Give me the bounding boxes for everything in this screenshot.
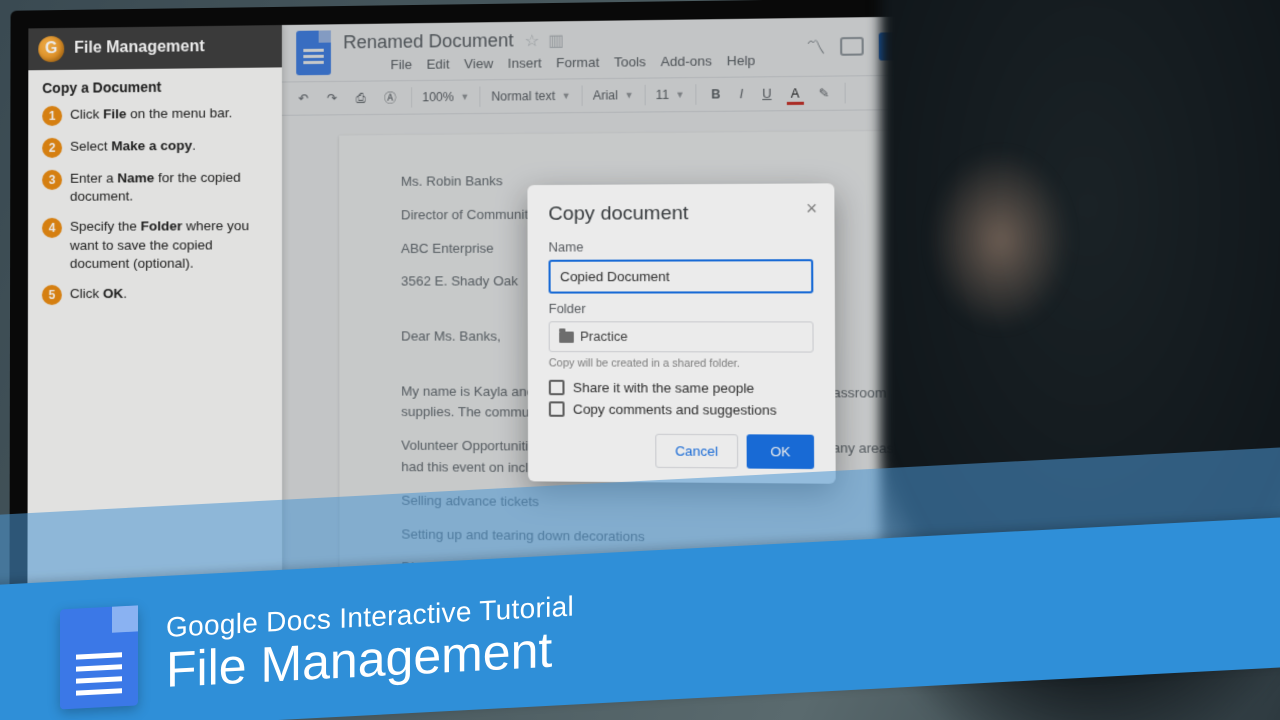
folder-picker[interactable]: Practice <box>549 321 814 352</box>
share-same-people-checkbox[interactable]: Share it with the same people <box>549 380 814 396</box>
copy-document-dialog: × Copy document Name Folder Practice Cop… <box>527 183 835 483</box>
collapse-icon[interactable]: ˆ <box>1007 82 1020 101</box>
editing-mode-dropdown[interactable]: ✎ ▼ <box>954 80 1000 104</box>
avatar[interactable] <box>985 29 1018 61</box>
menu-edit[interactable]: Edit <box>426 56 449 72</box>
step-number-badge: 4 <box>42 218 62 238</box>
undo-icon[interactable]: ↶ <box>294 89 312 107</box>
text-color-button[interactable]: A <box>786 84 803 103</box>
share-button[interactable]: 🔒 Share <box>879 31 970 60</box>
tutorial-step-5: 5 Click OK. <box>42 285 268 305</box>
brand-icon: G <box>38 36 64 62</box>
checkbox-icon <box>549 380 565 395</box>
cancel-button[interactable]: Cancel <box>655 434 738 469</box>
document-title[interactable]: Renamed Document <box>343 30 513 52</box>
star-icon[interactable]: ☆ <box>525 33 540 51</box>
step-number-badge: 1 <box>42 106 62 126</box>
italic-button[interactable]: I <box>735 85 747 104</box>
tutorial-step-1: 1 Click File on the menu bar. <box>42 104 268 126</box>
menu-file[interactable]: File <box>390 57 412 72</box>
zoom-dropdown[interactable]: 100%▼ <box>422 90 469 105</box>
underline-button[interactable]: U <box>758 84 776 103</box>
name-input[interactable] <box>548 259 813 293</box>
folder-icon <box>559 331 574 342</box>
move-folder-icon[interactable]: ▥ <box>548 32 564 50</box>
checkbox-icon <box>549 401 565 416</box>
menu-addons[interactable]: Add-ons <box>661 53 712 69</box>
lock-icon: 🔒 <box>894 38 910 53</box>
menu-view[interactable]: View <box>464 56 493 72</box>
tutorial-step-3: 3 Enter a Name for the copied document. <box>42 168 268 206</box>
paragraph-style-dropdown[interactable]: Normal text▼ <box>491 89 571 104</box>
docs-app-icon <box>60 605 138 709</box>
redo-icon[interactable]: ↷ <box>323 89 342 107</box>
folder-hint: Copy will be created in a shared folder. <box>549 357 814 370</box>
tutorial-header-title: File Management <box>74 38 204 58</box>
dialog-title: Copy document <box>548 202 813 226</box>
menu-insert[interactable]: Insert <box>508 55 542 71</box>
step-number-badge: 5 <box>42 285 62 305</box>
font-dropdown[interactable]: Arial▼ <box>593 88 634 103</box>
menu-tools[interactable]: Tools <box>614 54 646 70</box>
tutorial-step-4: 4 Specify the Folder where you want to s… <box>42 217 268 273</box>
ok-button[interactable]: OK <box>747 434 814 469</box>
menu-format[interactable]: Format <box>556 55 599 71</box>
tutorial-section-title: Copy a Document <box>42 78 267 96</box>
comments-icon[interactable] <box>840 37 864 56</box>
close-icon[interactable]: × <box>806 198 817 220</box>
print-icon[interactable]: ⎙ <box>352 88 370 107</box>
font-size-dropdown[interactable]: 11▼ <box>656 87 685 102</box>
step-number-badge: 2 <box>42 138 62 158</box>
highlight-button[interactable]: ✎ <box>814 84 833 103</box>
tutorial-step-2: 2 Select Make a copy. <box>42 136 268 158</box>
menu-help[interactable]: Help <box>727 53 756 69</box>
step-number-badge: 3 <box>42 170 62 190</box>
copy-comments-checkbox[interactable]: Copy comments and suggestions <box>549 401 814 418</box>
bold-button[interactable]: B <box>707 85 725 104</box>
docs-logo-icon[interactable] <box>296 30 331 75</box>
tutorial-header: G File Management <box>28 25 282 70</box>
folder-label: Folder <box>549 302 814 317</box>
activity-icon[interactable]: 〽 <box>806 33 825 60</box>
paint-format-icon[interactable]: Ⓐ <box>380 87 401 109</box>
menu-bar: File Edit View Insert Format Tools Add-o… <box>390 53 755 73</box>
toolbar: ↶ ↷ ⎙ Ⓐ 100%▼ Normal text▼ Arial▼ 11▼ B … <box>282 73 1033 115</box>
name-label: Name <box>548 239 813 254</box>
